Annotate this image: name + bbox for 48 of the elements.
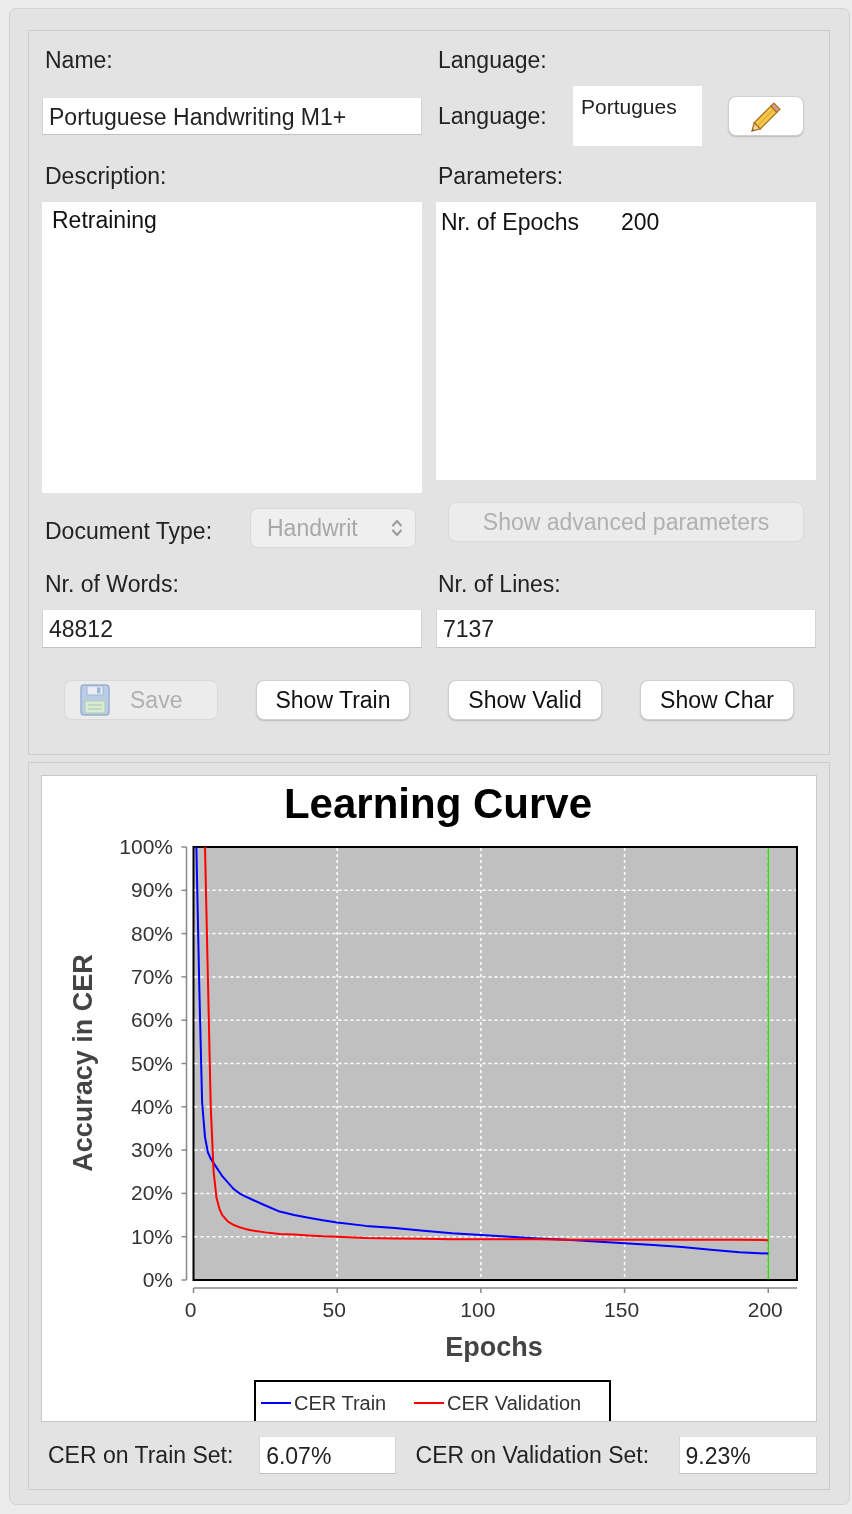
edit-button[interactable] (728, 96, 804, 136)
description-field[interactable]: Retraining (42, 202, 422, 493)
result-field[interactable]: 9.23% (678, 1436, 817, 1474)
field-label: Name: (44, 47, 113, 73)
axis-tick-label: 100 (460, 1298, 496, 1321)
line-count-field[interactable]: 7137 (436, 609, 816, 648)
axis-tick-label: 30% (130, 1138, 173, 1162)
legend-line-icon (413, 1402, 445, 1404)
field-label: CER on Validation Set: (414, 1442, 651, 1468)
pencil-icon (751, 100, 781, 132)
legend-label: CER Train (294, 1392, 387, 1414)
axis-tick-label: 100% (119, 835, 173, 858)
field-label: Parameters: (437, 163, 564, 189)
axis-tick-label: 40% (130, 1094, 173, 1118)
axis-tick-label: 70% (130, 964, 173, 988)
result-field[interactable]: 6.07% (259, 1436, 396, 1474)
word-count-field[interactable]: 48812 (42, 609, 422, 648)
parameter-name-cell-text: Nr. of Epochs (440, 208, 581, 237)
language-field[interactable]: Portugues (573, 86, 702, 146)
legend-line-icon (260, 1402, 292, 1404)
axis-tick-label: 60% (130, 1008, 173, 1032)
parameter-value-cell-text: 200 (621, 208, 660, 237)
axis-tick-label: 80% (130, 921, 173, 945)
field-label: CER on Train Set: (47, 1442, 235, 1468)
chart-title: Learning Curve (283, 780, 593, 827)
axis-tick-label: 90% (130, 878, 173, 902)
axis-tick-label: 50 (322, 1298, 346, 1321)
field-label: Document Type: (44, 518, 214, 544)
axis-tick-label: 200 (747, 1298, 783, 1321)
legend-label: CER Validation (447, 1392, 582, 1414)
axis-tick-label: 10% (130, 1224, 173, 1248)
show-char-button[interactable]: Show Char (640, 680, 794, 720)
field-label: Language: (437, 103, 548, 129)
field-label: Nr. of Words: (44, 571, 179, 597)
axis-tick-label: 0% (142, 1268, 173, 1291)
y-axis-title: Accuracy in CER (68, 954, 98, 1172)
axis-tick-label: 150 (604, 1298, 640, 1321)
show-train-button[interactable]: Show Train (256, 680, 410, 720)
axis-tick-label: 50% (130, 1051, 173, 1075)
field-label: Language: (437, 47, 547, 73)
axis-tick-label: 0 (184, 1298, 197, 1321)
field-label: Nr. of Lines: (437, 571, 561, 597)
x-axis-title: Epochs (445, 1332, 543, 1362)
show-validation-button[interactable]: Show Valid (448, 680, 602, 720)
axis-tick-label: 20% (130, 1181, 173, 1205)
chevron-updown-icon (391, 518, 403, 538)
name-field[interactable]: Portuguese Handwriting M1+ (42, 97, 422, 135)
field-label: Description: (44, 163, 167, 189)
